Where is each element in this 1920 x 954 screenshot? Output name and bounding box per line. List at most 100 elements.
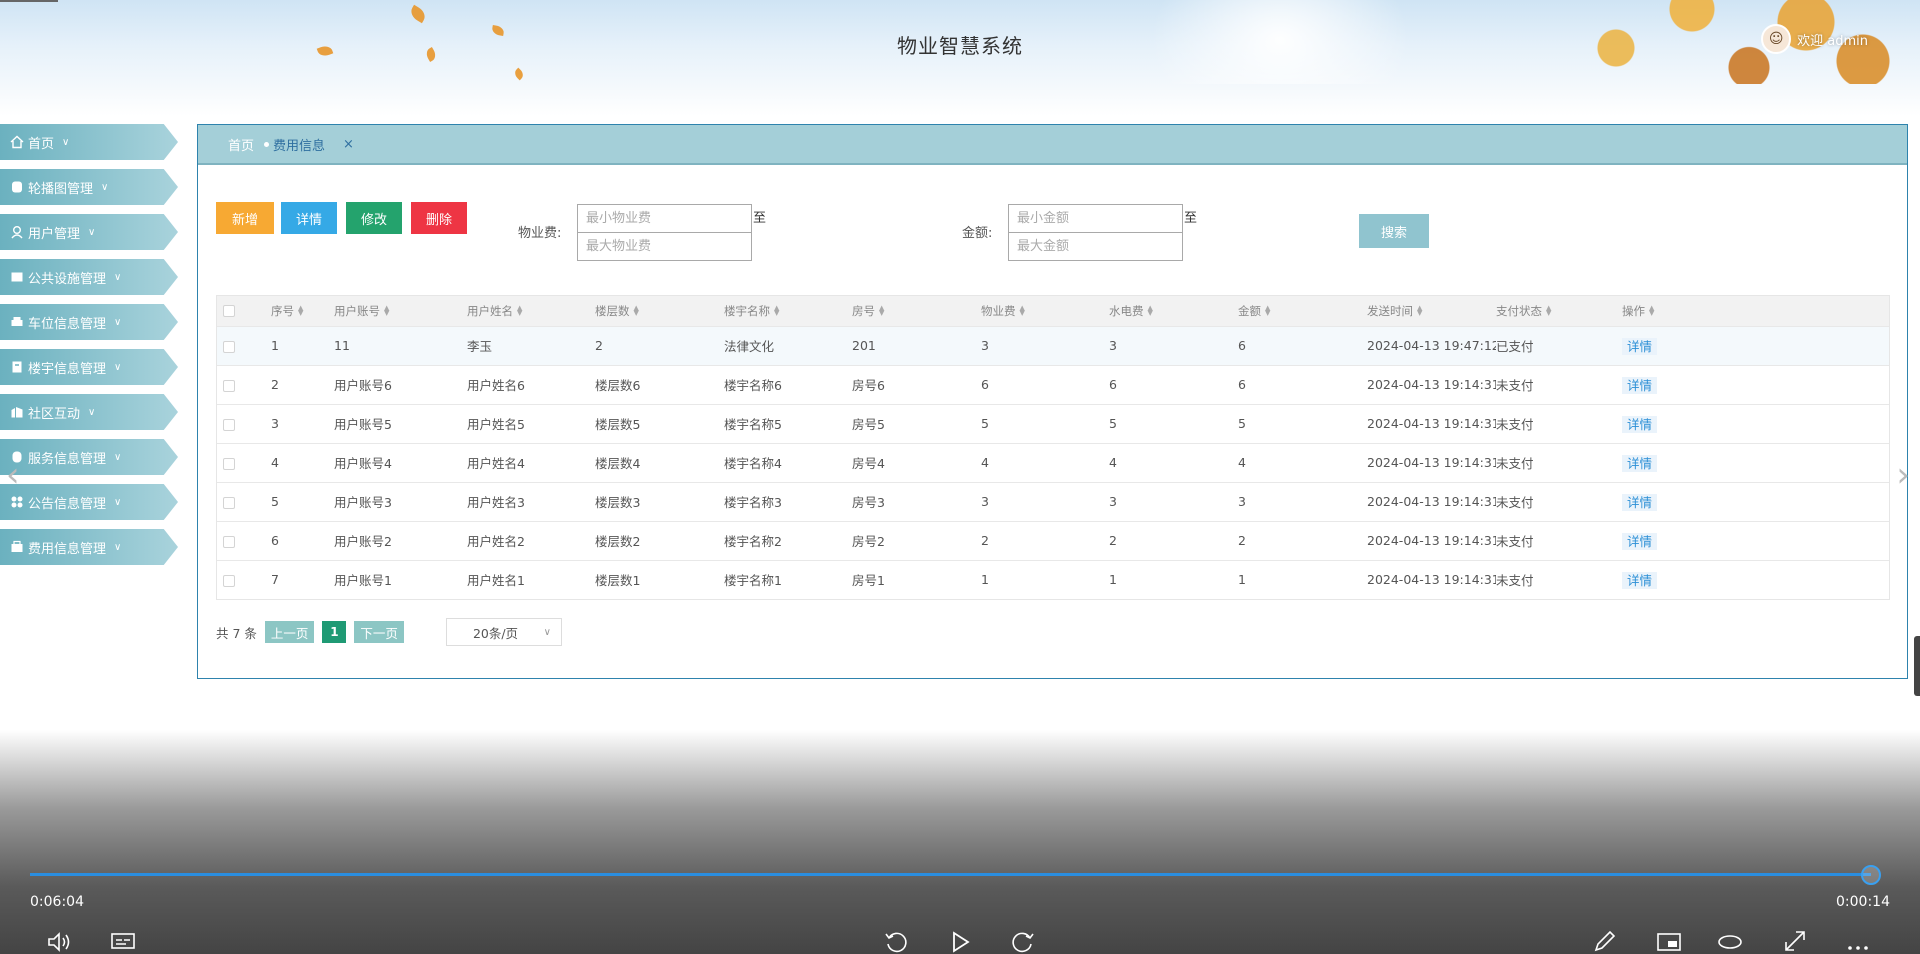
detail-button[interactable]: 详情	[281, 202, 337, 234]
row-select-cell[interactable]	[217, 482, 271, 521]
sidebar-item-carousel[interactable]: 轮播图管理 ∨	[0, 169, 178, 205]
table-cell: 用户账号4	[334, 456, 392, 471]
sidebar-item-services[interactable]: 服务信息管理 ∨	[0, 439, 178, 475]
row-checkbox[interactable]	[223, 457, 235, 470]
column-header[interactable]: 用户姓名 ▲ ▼	[467, 296, 595, 326]
sort-icon[interactable]: ▲ ▼	[298, 305, 303, 317]
sidebar-item-users[interactable]: 用户管理 ∨	[0, 214, 178, 250]
row-select-cell[interactable]	[217, 521, 271, 560]
column-header[interactable]: 楼层数 ▲ ▼	[595, 296, 724, 326]
sidebar-item-notices[interactable]: 公告信息管理 ∨	[0, 484, 178, 520]
table-row[interactable]: 5 用户账号3 用户姓名3 楼层数3 楼宇名称3 房号3 3 3 3 2024-04-13 19:…	[217, 482, 1889, 521]
row-checkbox[interactable]	[223, 535, 235, 548]
max-amount-input[interactable]	[1008, 232, 1183, 261]
chevron-left-icon[interactable]: ‹	[6, 455, 20, 495]
row-detail-link[interactable]: 详情	[1622, 533, 1658, 550]
sort-icon[interactable]: ▲ ▼	[634, 305, 639, 317]
sidebar-item-parking[interactable]: 车位信息管理 ∨	[0, 304, 178, 340]
avatar[interactable]: ☺	[1761, 24, 1792, 54]
picture-in-picture-icon[interactable]	[1656, 930, 1682, 954]
row-checkbox[interactable]	[223, 574, 235, 587]
table-row[interactable]: 4 用户账号4 用户姓名4 楼层数4 楼宇名称4 房号4 4 4 4 2024-04-13 19:…	[217, 443, 1889, 482]
next-page-button[interactable]: 下一页	[354, 621, 404, 643]
max-fee-input[interactable]	[577, 232, 752, 261]
table-cell: 楼层数6	[595, 378, 641, 393]
chevron-right-icon[interactable]: ›	[1896, 455, 1910, 495]
page-number-current[interactable]: 1	[322, 621, 347, 643]
fullscreen-icon[interactable]	[1782, 930, 1808, 954]
delete-button[interactable]: 删除	[411, 202, 467, 234]
sort-icon[interactable]: ▲ ▼	[1417, 305, 1422, 317]
row-detail-link[interactable]: 详情	[1622, 416, 1658, 433]
close-icon[interactable]: ×	[343, 137, 354, 152]
sidebar-item-buildings[interactable]: 楼宇信息管理 ∨	[0, 349, 178, 385]
sidebar-item-facilities[interactable]: 公共设施管理 ∨	[0, 259, 178, 295]
row-detail-link[interactable]: 详情	[1622, 572, 1658, 590]
chevron-down-icon: ∨	[543, 626, 551, 638]
column-header[interactable]: 水电费 ▲ ▼	[1109, 296, 1238, 326]
sort-icon[interactable]: ▲ ▼	[1546, 305, 1551, 317]
sort-icon[interactable]: ▲ ▼	[384, 305, 389, 317]
sidebar-item-home[interactable]: 首页 ∨	[0, 124, 178, 160]
forward-30-icon[interactable]	[1010, 930, 1036, 954]
sidebar-item-community[interactable]: 社区互动 ∨	[0, 394, 178, 430]
search-button[interactable]: 搜索	[1359, 214, 1429, 248]
column-header[interactable]: 支付状态 ▲ ▼	[1496, 296, 1622, 326]
column-header[interactable]: 操作 ▲ ▼	[1622, 296, 1889, 326]
row-select-cell[interactable]	[217, 560, 271, 599]
subtitles-icon[interactable]	[110, 930, 136, 954]
table-row[interactable]: 7 用户账号1 用户姓名1 楼层数1 楼宇名称1 房号1 1 1 1 2024-04-13 19:…	[217, 560, 1889, 599]
sort-icon[interactable]: ▲ ▼	[774, 305, 779, 317]
row-select-cell[interactable]	[217, 326, 271, 365]
rewind-10-icon[interactable]	[883, 930, 909, 954]
column-header[interactable]: 楼宇名称 ▲ ▼	[724, 296, 852, 326]
scrollbar-handle[interactable]	[1914, 636, 1920, 696]
progress-bar[interactable]	[30, 873, 1871, 876]
sort-icon[interactable]: ▲ ▼	[1265, 305, 1270, 317]
row-select-cell[interactable]	[217, 404, 271, 443]
sort-icon[interactable]: ▲ ▼	[1148, 305, 1153, 317]
select-all-cell[interactable]	[217, 296, 271, 326]
sort-icon[interactable]: ▲ ▼	[879, 305, 884, 317]
360-view-icon[interactable]	[1717, 930, 1743, 954]
table-row[interactable]: 6 用户账号2 用户姓名2 楼层数2 楼宇名称2 房号2 2 2 2 2024-04-13 19:…	[217, 521, 1889, 560]
more-options-icon[interactable]	[1845, 930, 1871, 954]
table-row[interactable]: 1 11 李玉 2 法律文化 201 3 3 6 2024-04-13 19:47:12 已支付 详情	[217, 326, 1889, 365]
play-icon[interactable]	[947, 930, 973, 954]
row-checkbox[interactable]	[223, 496, 235, 509]
row-detail-link[interactable]: 详情	[1622, 338, 1658, 355]
column-header[interactable]: 物业费 ▲ ▼	[981, 296, 1109, 326]
sort-icon[interactable]: ▲ ▼	[1020, 305, 1025, 317]
row-checkbox[interactable]	[223, 340, 235, 353]
row-detail-link[interactable]: 详情	[1622, 455, 1658, 472]
sidebar-item-fees[interactable]: 费用信息管理 ∨	[0, 529, 178, 565]
tab-fee-info[interactable]: 费用信息	[264, 135, 325, 154]
select-all-checkbox[interactable]	[223, 305, 235, 318]
row-checkbox[interactable]	[223, 418, 235, 431]
table-row[interactable]: 2 用户账号6 用户姓名6 楼层数6 楼宇名称6 房号6 6 6 6 2024-04-13 19:…	[217, 365, 1889, 404]
column-header[interactable]: 房号 ▲ ▼	[852, 296, 981, 326]
column-header[interactable]: 金额 ▲ ▼	[1238, 296, 1367, 326]
sort-icon[interactable]: ▲ ▼	[1649, 305, 1654, 317]
sort-icon[interactable]: ▲ ▼	[517, 305, 522, 317]
row-detail-link[interactable]: 详情	[1622, 377, 1658, 394]
column-header[interactable]: 序号 ▲ ▼	[271, 296, 334, 326]
row-select-cell[interactable]	[217, 443, 271, 482]
min-amount-input[interactable]	[1008, 204, 1183, 233]
prev-page-button[interactable]: 上一页	[264, 621, 315, 643]
row-detail-link[interactable]: 详情	[1622, 494, 1658, 511]
column-header[interactable]: 发送时间 ▲ ▼	[1367, 296, 1496, 326]
pen-icon[interactable]	[1592, 930, 1618, 954]
tab-home[interactable]: 首页	[228, 135, 254, 154]
column-header[interactable]: 用户账号 ▲ ▼	[334, 296, 467, 326]
progress-knob[interactable]	[1861, 865, 1881, 885]
add-button[interactable]: 新增	[216, 202, 274, 234]
edit-button[interactable]: 修改	[346, 202, 402, 234]
row-select-cell[interactable]	[217, 365, 271, 404]
volume-icon[interactable]	[46, 930, 72, 954]
page-size-select[interactable]: 20条/页 ∨	[445, 618, 562, 646]
row-checkbox[interactable]	[223, 379, 235, 392]
table-row[interactable]: 3 用户账号5 用户姓名5 楼层数5 楼宇名称5 房号5 5 5 5 2024-04-13 19:…	[217, 404, 1889, 443]
user-menu[interactable]: ☺ 欢迎 admin	[1761, 24, 1868, 54]
min-fee-input[interactable]	[577, 204, 752, 233]
